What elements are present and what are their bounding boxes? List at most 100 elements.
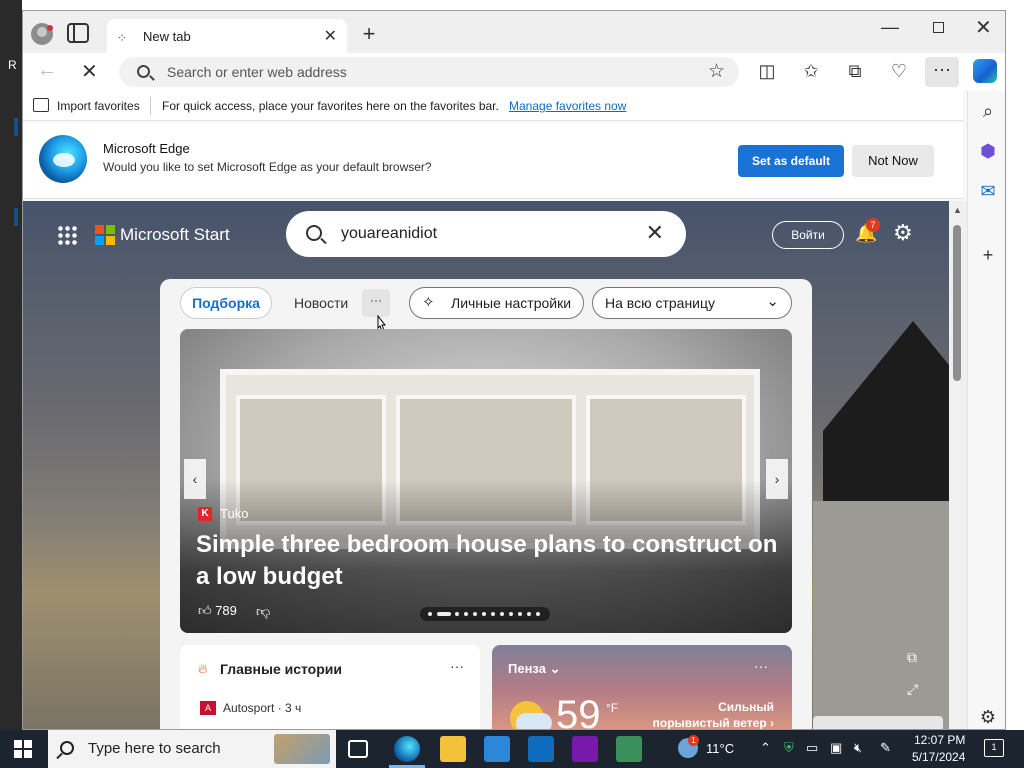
onenote-icon[interactable]: [572, 736, 598, 762]
more-tabs-button[interactable]: ···: [362, 289, 390, 317]
browser-essentials-icon[interactable]: ♡: [887, 61, 911, 82]
carousel-dot[interactable]: [428, 612, 432, 616]
sidebar-copilot-icon[interactable]: ⬢: [976, 141, 1000, 165]
start-button[interactable]: [14, 740, 32, 758]
expand-icon[interactable]: ⤢: [907, 681, 925, 697]
sign-in-button[interactable]: Войти: [772, 221, 844, 249]
import-favorites-button[interactable]: Import favorites: [57, 99, 140, 113]
sidebar-outlook-icon[interactable]: ✉: [976, 181, 1000, 205]
not-now-button[interactable]: Not Now: [852, 145, 934, 177]
weather-more-button[interactable]: ···: [754, 658, 768, 674]
clear-search-icon[interactable]: ✕: [646, 220, 664, 246]
weather-city[interactable]: Пенза ⌄: [508, 661, 560, 677]
scroll-up-arrow-icon[interactable]: ▲: [953, 205, 962, 215]
close-window-button[interactable]: ✕: [975, 15, 992, 40]
story-source[interactable]: Autosport · 3 ч: [223, 701, 301, 715]
manage-favorites-link[interactable]: Manage favorites now: [509, 99, 626, 113]
weather-alert-line1: Сильный: [718, 700, 774, 714]
brand-title[interactable]: Microsoft Start: [120, 225, 230, 245]
web-search-box[interactable]: youareanidiot ✕: [286, 211, 686, 257]
notifications-badge: 7: [866, 218, 880, 232]
copilot-icon[interactable]: [973, 59, 997, 83]
pen-icon[interactable]: ✎: [880, 740, 891, 756]
edge-taskbar-icon[interactable]: [394, 736, 420, 762]
mail-icon[interactable]: [528, 736, 554, 762]
background-image-icon[interactable]: ⧉: [907, 649, 925, 665]
desktop-icon[interactable]: [14, 208, 18, 226]
address-bar[interactable]: Search or enter web address ☆: [119, 57, 739, 87]
microsoft-store-icon[interactable]: [484, 736, 510, 762]
sidebar-settings-icon[interactable]: ⚙: [976, 707, 1000, 729]
top-stories-title[interactable]: Главные истории: [220, 661, 342, 677]
page-scrollbar[interactable]: ▲: [949, 201, 967, 729]
tab-close-icon[interactable]: ✕: [324, 26, 337, 46]
article-headline[interactable]: Simple three bedroom house plans to cons…: [196, 529, 786, 593]
action-center-icon[interactable]: 1: [984, 739, 1004, 757]
hero-article[interactable]: ‹ › K Tuko Simple three bedroom house pl…: [180, 329, 792, 633]
volume-muted-icon[interactable]: 🔇︎: [854, 740, 862, 756]
sidebar-search-icon[interactable]: ⌕: [976, 101, 1000, 125]
carousel-dot[interactable]: [518, 612, 522, 616]
like-button[interactable]: 👍︎ 789: [198, 603, 237, 619]
carousel-dot[interactable]: [437, 612, 451, 616]
carousel-dot[interactable]: [482, 612, 486, 616]
maximize-button[interactable]: [933, 22, 944, 33]
address-input[interactable]: Search or enter web address: [167, 64, 347, 80]
storage-icon[interactable]: ▭: [806, 740, 818, 756]
split-screen-icon[interactable]: ◫: [755, 61, 779, 82]
taskbar-search-box[interactable]: Type here to search: [48, 730, 336, 768]
tab-my-feed[interactable]: Подборка: [180, 287, 272, 319]
add-favorite-star-icon[interactable]: ☆: [708, 60, 725, 83]
desktop-icon[interactable]: [14, 118, 18, 136]
file-explorer-icon[interactable]: [440, 736, 466, 762]
dislike-button[interactable]: 👎︎: [256, 603, 270, 620]
sidebar-add-icon[interactable]: +: [976, 245, 1000, 269]
import-favorites-icon[interactable]: [33, 98, 49, 112]
carousel-dot[interactable]: [509, 612, 513, 616]
task-view-icon[interactable]: [348, 740, 368, 758]
layout-dropdown[interactable]: На всю страницу ⌄: [592, 287, 792, 319]
feedback-button[interactable]: [813, 716, 943, 729]
carousel-prev-button[interactable]: ‹: [184, 459, 206, 499]
personalize-button[interactable]: ✧ Личные настройки: [409, 287, 584, 319]
article-source[interactable]: Tuko: [220, 506, 248, 521]
favorites-icon[interactable]: ✩: [799, 61, 823, 82]
carousel-dot[interactable]: [455, 612, 459, 616]
weather-alert[interactable]: Сильный порывистый ветер ›: [642, 699, 774, 729]
profile-alert-dot: [47, 25, 53, 31]
settings-and-more-button[interactable]: ···: [925, 57, 959, 87]
tab-news[interactable]: Новости: [294, 295, 348, 311]
top-stories-more-button[interactable]: ···: [450, 658, 464, 674]
clock-time[interactable]: 12:07 PM: [914, 733, 965, 747]
set-as-default-button[interactable]: Set as default: [738, 145, 844, 177]
weather-card[interactable]: Пенза ⌄ ··· 59 °F Сильный порывистый вет…: [492, 645, 792, 729]
clock-date[interactable]: 5/17/2024: [912, 750, 965, 764]
stop-loading-button[interactable]: ✕: [81, 59, 98, 84]
scrollbar-thumb[interactable]: [953, 225, 961, 381]
windows-logo-pane: [24, 740, 32, 748]
page-settings-gear-icon[interactable]: ⚙: [893, 220, 913, 246]
tab-new-tab[interactable]: ⁘ New tab ✕: [107, 19, 347, 53]
carousel-dot[interactable]: [536, 612, 540, 616]
back-button[interactable]: ←: [37, 59, 57, 82]
defender-shield-icon[interactable]: ⛨: [784, 740, 794, 756]
minimize-button[interactable]: —: [881, 17, 899, 38]
search-input[interactable]: youareanidiot: [341, 225, 437, 243]
carousel-dot[interactable]: [500, 612, 504, 616]
carousel-dot[interactable]: [464, 612, 468, 616]
default-browser-infobar: Microsoft Edge Would you like to set Mic…: [23, 123, 963, 199]
new-tab-button[interactable]: +: [357, 21, 381, 47]
carousel-next-button[interactable]: ›: [766, 459, 788, 499]
carousel-dot[interactable]: [473, 612, 477, 616]
carousel-dot[interactable]: [491, 612, 495, 616]
app-icon[interactable]: [616, 736, 642, 762]
tab-actions-menu-icon[interactable]: [67, 23, 89, 43]
carousel-dot[interactable]: [527, 612, 531, 616]
show-hidden-icons-chevron-icon[interactable]: ⌃: [760, 740, 771, 756]
app-launcher-icon[interactable]: [57, 225, 77, 245]
network-icon[interactable]: ▣: [830, 740, 842, 756]
collections-icon[interactable]: ⧉: [843, 61, 867, 82]
personalize-label: Личные настройки: [451, 295, 572, 311]
tray-temperature[interactable]: 11°C: [706, 741, 734, 756]
top-stories-card: 🔥︎ Главные истории ··· A Autosport · 3 ч: [180, 645, 480, 729]
